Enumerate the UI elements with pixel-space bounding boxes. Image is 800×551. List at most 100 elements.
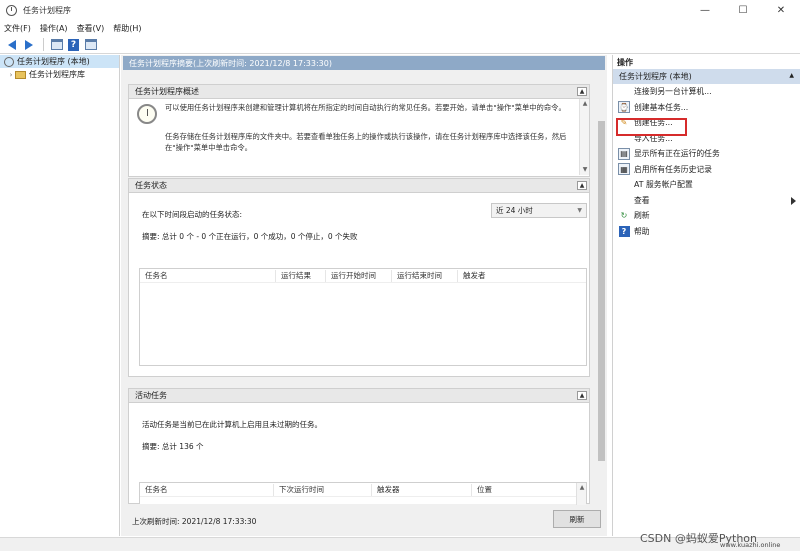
summary-panel: 任务计划程序摘要(上次刷新时间: 2021/12/8 17:33:30) 任务计… [121,55,607,536]
clock-icon [137,104,157,124]
scroll-thumb[interactable] [598,121,605,461]
forward-arrow-icon [24,39,33,50]
title-bar: 任务计划程序 — ☐ ✕ [0,0,800,20]
action-label: 显示所有正在运行的任务 [634,149,720,159]
column-header[interactable]: 任务名 [140,483,274,496]
refresh-button[interactable]: 刷新 [553,510,601,528]
minimize-button[interactable]: — [686,0,724,20]
task-status-table: 任务名 运行结果 运行开始时间 运行结束时间 触发者 [139,268,587,366]
collapse-icon: ▲ [789,72,794,79]
clock-icon [4,56,14,67]
action-label: 启用所有任务历史记录 [634,164,712,174]
window-title: 任务计划程序 [23,5,71,15]
overview-body: 可以使用任务计划程序来创建和管理计算机将在所指定的时间自动执行的常见任务。若要开… [129,99,589,175]
active-tasks-section-header[interactable]: 活动任务 ▲ [129,389,589,403]
column-header[interactable]: 运行开始时间 [326,269,392,282]
overview-section: 任务计划程序概述 ▲ 可以使用任务计划程序来创建和管理计算机将在所指定的时间自动… [128,84,590,177]
window-controls: — ☐ ✕ [686,0,800,20]
console-tree: 任务计划程序 (本地) › 任务计划程序库 [0,55,120,536]
chevron-right-icon [791,196,796,205]
table-header: 任务名 运行结果 运行开始时间 运行结束时间 触发者 [140,269,586,283]
task-status-section-header[interactable]: 任务状态 ▲ [129,179,589,193]
menu-view[interactable]: 查看(V) [77,23,105,34]
menu-help[interactable]: 帮助(H) [113,23,141,34]
help-icon: ? [68,38,79,51]
collapse-icon[interactable]: ▲ [577,87,587,96]
action-label: 查看 [634,195,650,205]
help-toolbar-button[interactable]: ? [66,37,81,52]
column-header[interactable]: 下次运行时间 [274,483,372,496]
action-label: 刷新 [634,211,650,221]
column-header[interactable]: 触发器 [372,483,472,496]
close-button[interactable]: ✕ [762,0,800,20]
tree-item-label: 任务计划程序 (本地) [17,57,90,66]
action-enable-history[interactable]: ▦ 启用所有任务历史记录 [613,162,800,178]
maximize-button[interactable]: ☐ [724,0,762,20]
action-label: AT 服务帐户配置 [634,180,693,190]
overview-scrollbar[interactable]: ▲ ▼ [579,99,589,175]
column-header[interactable]: 位置 [472,484,572,496]
active-tasks-table: 任务名 下次运行时间 触发器 位置 ▲ [139,482,587,505]
status-summary: 摘要: 总计 0 个 - 0 个正在运行，0 个成功，0 个停止，0 个失败 [142,232,358,241]
history-icon: ▦ [618,163,630,176]
active-tasks-summary: 摘要: 总计 136 个 [142,442,204,451]
task-scheduler-app-icon [6,4,17,16]
action-label: 连接到另一台计算机... [634,87,712,97]
column-header[interactable]: 运行结束时间 [392,269,458,282]
menu-bar: 文件(F) 操作(A) 查看(V) 帮助(H) [0,20,800,36]
back-button[interactable] [4,37,19,52]
toolbar-separator [43,38,44,51]
action-label: 创建基本任务... [634,102,689,112]
chevron-right-icon[interactable]: › [7,71,15,79]
table-header: 任务名 下次运行时间 触发器 位置 [140,483,586,497]
action-show-running-tasks[interactable]: ▤ 显示所有正在运行的任务 [613,146,800,162]
refresh-icon: ↻ [620,211,628,221]
folder-icon [15,70,26,79]
action-create-basic-task[interactable]: ⌚ 创建基本任务... [613,100,800,116]
show-hide-console-tree-button[interactable] [49,37,64,52]
summary-header: 任务计划程序摘要(上次刷新时间: 2021/12/8 17:33:30) [123,56,605,70]
status-period-label: 在以下时间段启动的任务状态: [142,210,243,219]
overview-section-header[interactable]: 任务计划程序概述 ▲ [129,85,589,99]
overview-paragraph-2: 任务存储在任务计划程序库的文件夹中。若要查看单独任务上的操作或执行该操作，请在任… [165,132,567,152]
action-refresh[interactable]: ↻ 刷新 [613,208,800,224]
console-tree-icon [50,39,63,50]
status-period-dropdown[interactable]: 近 24 小时 ▼ [491,203,587,218]
section-title: 活动任务 [135,391,167,400]
tree-item-task-scheduler-library[interactable]: › 任务计划程序库 [0,68,119,81]
action-help[interactable]: ? 帮助 [613,224,800,240]
watermark-site: www.kuazhi.online [720,541,781,549]
active-tasks-scrollbar[interactable]: ▲ [576,483,586,505]
summary-scrollbar[interactable] [597,111,606,501]
last-refresh-text: 上次刷新时间: 2021/12/8 17:33:30 [132,517,257,526]
toolbar: ? [0,36,800,54]
back-arrow-icon [7,39,16,50]
column-header[interactable]: 运行结果 [276,269,326,282]
collapse-icon[interactable]: ▲ [577,181,587,190]
menu-file[interactable]: 文件(F) [4,23,31,34]
section-title: 任务状态 [135,181,167,190]
column-header[interactable]: 触发者 [458,270,508,282]
actions-group-header[interactable]: 任务计划程序 (本地) ▲ [613,69,800,84]
collapse-icon[interactable]: ▲ [577,391,587,400]
basic-task-icon: ⌚ [618,101,630,114]
summary-footer: 上次刷新时间: 2021/12/8 17:33:30 刷新 [121,507,607,536]
task-status-section: 任务状态 ▲ 在以下时间段启动的任务状态: 近 24 小时 ▼ 摘要: 总计 0… [128,178,590,377]
action-connect-computer[interactable]: 连接到另一台计算机... [613,84,800,100]
action-pane-icon [84,39,97,50]
menu-action[interactable]: 操作(A) [40,23,68,34]
running-tasks-icon: ▤ [618,147,630,160]
column-header[interactable]: 任务名 [140,269,276,282]
section-title: 任务计划程序概述 [135,87,199,96]
actions-title: 操作 [617,57,633,67]
tree-item-label: 任务计划程序库 [29,70,85,79]
action-view[interactable]: 查看 [613,193,800,209]
active-tasks-section: 活动任务 ▲ 活动任务是当前已在此计算机上启用且未过期的任务。 摘要: 总计 1… [128,388,590,505]
action-at-service-config[interactable]: AT 服务帐户配置 [613,177,800,193]
help-icon: ? [618,225,630,237]
forward-button[interactable] [21,37,36,52]
tree-item-task-scheduler-local[interactable]: 任务计划程序 (本地) [0,55,119,68]
active-tasks-description: 活动任务是当前已在此计算机上启用且未过期的任务。 [142,420,322,429]
show-hide-action-pane-button[interactable] [83,37,98,52]
dropdown-value: 近 24 小时 [496,206,533,215]
